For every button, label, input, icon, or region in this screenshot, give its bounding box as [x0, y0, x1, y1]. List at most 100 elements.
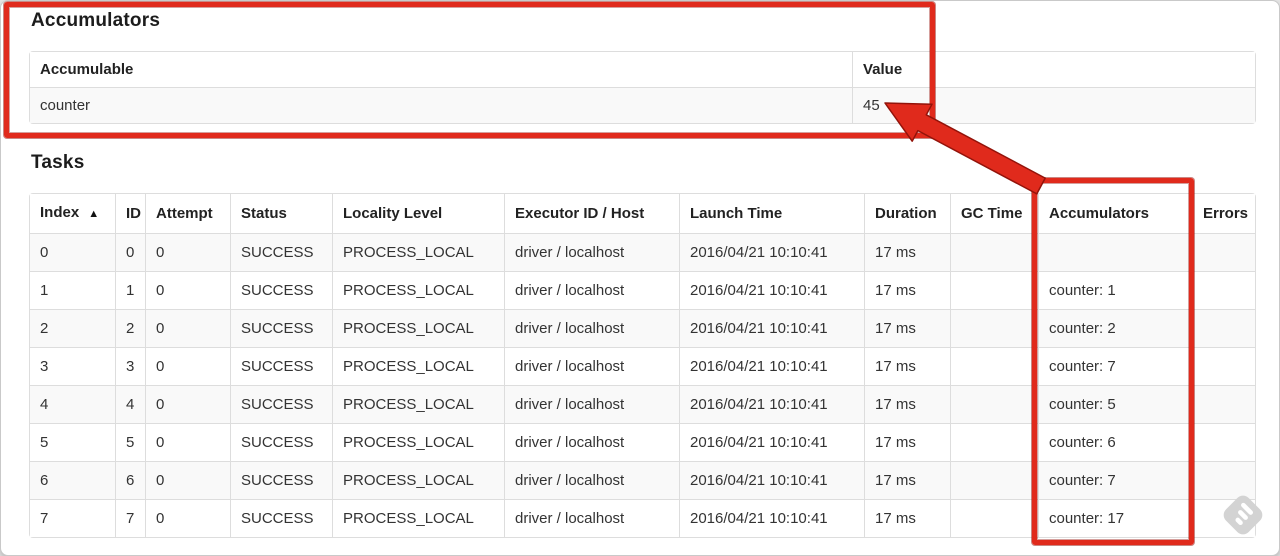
accumulators-cell: counter: 7	[1038, 347, 1192, 385]
duration-cell: 17 ms	[864, 423, 950, 461]
executor-cell: driver / localhost	[504, 309, 679, 347]
accumulators-cell: counter: 2	[1038, 309, 1192, 347]
index-header-label: Index	[40, 204, 80, 221]
id-cell: 2	[115, 309, 145, 347]
table-row: 7 7 0 SUCCESS PROCESS_LOCAL driver / loc…	[30, 499, 1255, 537]
launch-time-cell: 2016/04/21 10:10:41	[679, 347, 864, 385]
duration-cell: 17 ms	[864, 271, 950, 309]
accumulable-value-cell: 45	[852, 87, 1255, 123]
status-column-header[interactable]: Status	[230, 194, 332, 233]
launch-time-column-header[interactable]: Launch Time	[679, 194, 864, 233]
id-cell: 5	[115, 423, 145, 461]
index-cell: 0	[30, 233, 115, 271]
errors-cell	[1192, 233, 1255, 271]
table-header-row: Accumulable Value	[30, 52, 1255, 87]
accumulators-column-header[interactable]: Accumulators	[1038, 194, 1192, 233]
gc-time-cell	[950, 461, 1038, 499]
accumulators-cell: counter: 6	[1038, 423, 1192, 461]
id-cell: 0	[115, 233, 145, 271]
gc-time-cell	[950, 233, 1038, 271]
accumulators-cell: counter: 1	[1038, 271, 1192, 309]
tasks-section-title: Tasks	[31, 152, 85, 173]
accumulators-cell: counter: 7	[1038, 461, 1192, 499]
status-cell: SUCCESS	[230, 499, 332, 537]
value-column-header: Value	[852, 52, 1255, 87]
gc-time-cell	[950, 347, 1038, 385]
duration-cell: 17 ms	[864, 309, 950, 347]
locality-cell: PROCESS_LOCAL	[332, 347, 504, 385]
locality-cell: PROCESS_LOCAL	[332, 385, 504, 423]
locality-level-column-header[interactable]: Locality Level	[332, 194, 504, 233]
executor-cell: driver / localhost	[504, 385, 679, 423]
errors-cell	[1192, 347, 1255, 385]
errors-cell	[1192, 271, 1255, 309]
attempt-cell: 0	[145, 271, 230, 309]
id-cell: 1	[115, 271, 145, 309]
index-cell: 1	[30, 271, 115, 309]
locality-cell: PROCESS_LOCAL	[332, 461, 504, 499]
launch-time-cell: 2016/04/21 10:10:41	[679, 385, 864, 423]
feedly-watermark-icon	[1223, 495, 1263, 535]
id-cell: 7	[115, 499, 145, 537]
attempt-cell: 0	[145, 461, 230, 499]
executor-cell: driver / localhost	[504, 233, 679, 271]
executor-cell: driver / localhost	[504, 423, 679, 461]
index-cell: 7	[30, 499, 115, 537]
launch-time-cell: 2016/04/21 10:10:41	[679, 499, 864, 537]
locality-cell: PROCESS_LOCAL	[332, 499, 504, 537]
table-row: 6 6 0 SUCCESS PROCESS_LOCAL driver / loc…	[30, 461, 1255, 499]
table-row: 3 3 0 SUCCESS PROCESS_LOCAL driver / loc…	[30, 347, 1255, 385]
locality-cell: PROCESS_LOCAL	[332, 423, 504, 461]
executor-cell: driver / localhost	[504, 347, 679, 385]
executor-cell: driver / localhost	[504, 461, 679, 499]
locality-cell: PROCESS_LOCAL	[332, 309, 504, 347]
duration-cell: 17 ms	[864, 461, 950, 499]
errors-cell	[1192, 309, 1255, 347]
id-cell: 6	[115, 461, 145, 499]
index-cell: 6	[30, 461, 115, 499]
duration-cell: 17 ms	[864, 233, 950, 271]
attempt-cell: 0	[145, 499, 230, 537]
index-cell: 5	[30, 423, 115, 461]
duration-cell: 17 ms	[864, 385, 950, 423]
gc-time-cell	[950, 271, 1038, 309]
duration-cell: 17 ms	[864, 499, 950, 537]
table-row: 2 2 0 SUCCESS PROCESS_LOCAL driver / loc…	[30, 309, 1255, 347]
status-cell: SUCCESS	[230, 423, 332, 461]
id-cell: 3	[115, 347, 145, 385]
table-row: 4 4 0 SUCCESS PROCESS_LOCAL driver / loc…	[30, 385, 1255, 423]
index-cell: 3	[30, 347, 115, 385]
attempt-column-header[interactable]: Attempt	[145, 194, 230, 233]
launch-time-cell: 2016/04/21 10:10:41	[679, 271, 864, 309]
tasks-table: Index ▲ ID Attempt Status Locality Level …	[29, 193, 1256, 538]
accumulable-table: Accumulable Value counter 45	[29, 51, 1256, 124]
duration-column-header[interactable]: Duration	[864, 194, 950, 233]
accumulators-cell: counter: 17	[1038, 499, 1192, 537]
gc-time-cell	[950, 385, 1038, 423]
index-cell: 2	[30, 309, 115, 347]
status-cell: SUCCESS	[230, 461, 332, 499]
executor-host-column-header[interactable]: Executor ID / Host	[504, 194, 679, 233]
index-column-header[interactable]: Index ▲	[30, 194, 115, 233]
accumulators-section-title: Accumulators	[31, 10, 161, 31]
duration-cell: 17 ms	[864, 347, 950, 385]
accumulators-cell	[1038, 233, 1192, 271]
status-cell: SUCCESS	[230, 271, 332, 309]
errors-column-header[interactable]: Errors	[1192, 194, 1255, 233]
table-row: 5 5 0 SUCCESS PROCESS_LOCAL driver / loc…	[30, 423, 1255, 461]
table-header-row: Index ▲ ID Attempt Status Locality Level …	[30, 194, 1255, 233]
launch-time-cell: 2016/04/21 10:10:41	[679, 423, 864, 461]
gc-time-column-header[interactable]: GC Time	[950, 194, 1038, 233]
executor-cell: driver / localhost	[504, 499, 679, 537]
status-cell: SUCCESS	[230, 233, 332, 271]
id-cell: 4	[115, 385, 145, 423]
errors-cell	[1192, 423, 1255, 461]
locality-cell: PROCESS_LOCAL	[332, 233, 504, 271]
launch-time-cell: 2016/04/21 10:10:41	[679, 461, 864, 499]
executor-cell: driver / localhost	[504, 271, 679, 309]
table-row: counter 45	[30, 87, 1255, 123]
id-column-header[interactable]: ID	[115, 194, 145, 233]
status-cell: SUCCESS	[230, 309, 332, 347]
status-cell: SUCCESS	[230, 385, 332, 423]
table-row: 1 1 0 SUCCESS PROCESS_LOCAL driver / loc…	[30, 271, 1255, 309]
